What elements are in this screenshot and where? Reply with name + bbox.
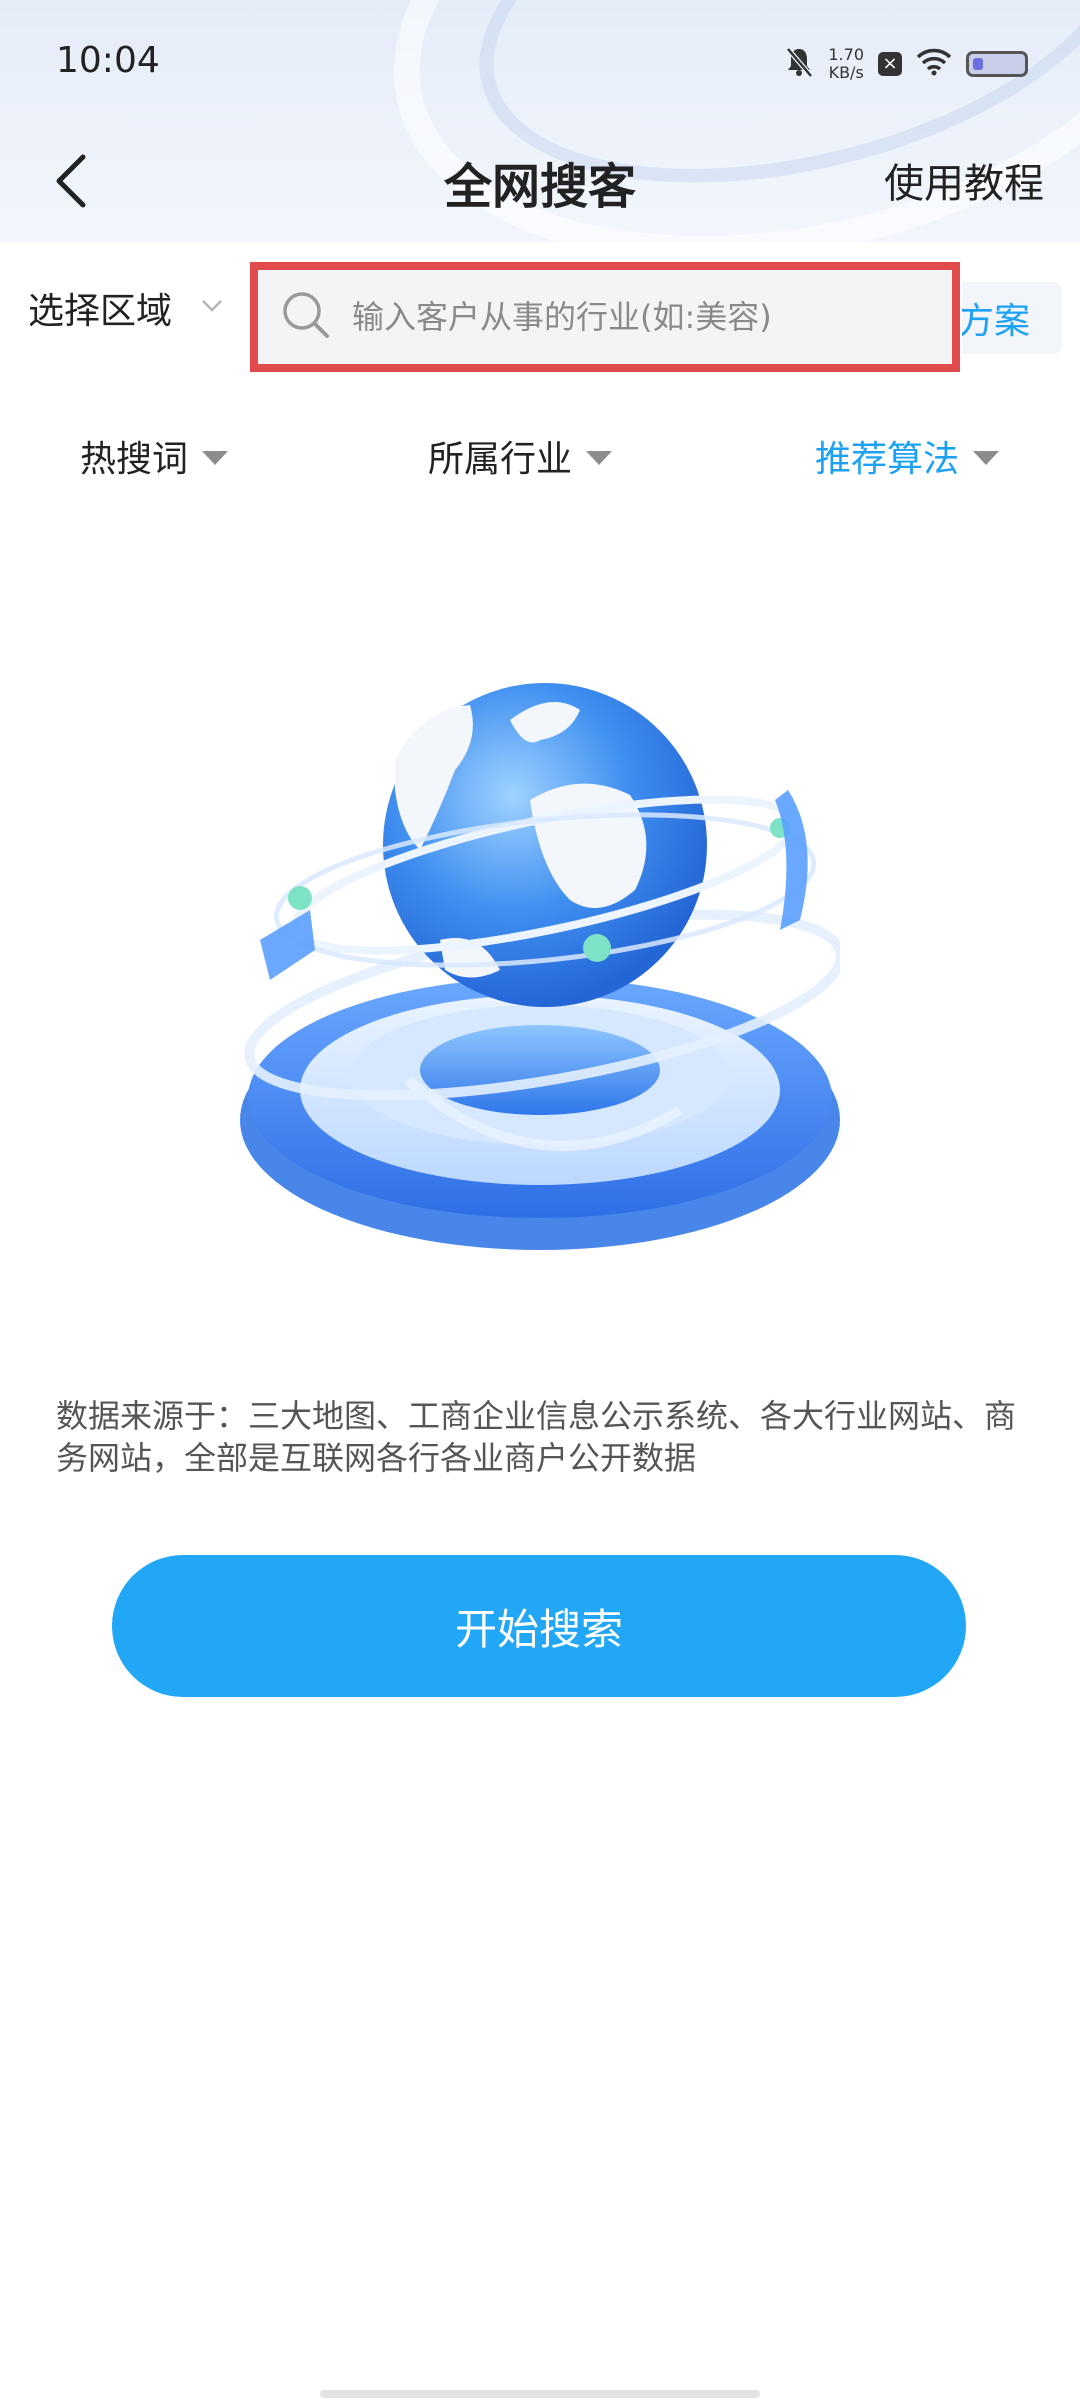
wifi-icon xyxy=(916,48,952,80)
tutorial-link[interactable]: 使用教程 xyxy=(884,151,1044,209)
dropdown-triangle-icon xyxy=(973,451,1000,465)
globe-illustration xyxy=(240,650,846,1260)
data-source-note: 数据来源于：三大地图、工商企业信息公示系统、各大行业网站、商务网站，全部是互联网… xyxy=(56,1397,1017,1477)
region-label: 选择区域 xyxy=(28,291,173,332)
status-bar: 10:04 1.70 KB/s × xyxy=(0,0,1080,125)
filter-industry[interactable]: 所属行业 xyxy=(428,430,613,482)
filter-label: 热搜词 xyxy=(80,439,189,480)
net-speed: 1.70 KB/s xyxy=(828,46,864,82)
start-search-label: 开始搜索 xyxy=(454,1604,623,1654)
nav-bar: 全网搜客 使用教程 xyxy=(0,125,1080,242)
filter-label: 所属行业 xyxy=(428,439,573,480)
search-icon xyxy=(280,289,332,345)
mute-bell-icon xyxy=(784,46,814,82)
scheme-button[interactable]: 方案 xyxy=(962,282,1062,354)
region-selector[interactable]: 选择区域 xyxy=(28,282,224,334)
status-icons: 1.70 KB/s × xyxy=(784,44,1028,84)
net-speed-value: 1.70 xyxy=(828,45,864,64)
dropdown-triangle-icon xyxy=(202,451,229,465)
scheme-label: 方案 xyxy=(962,301,1031,342)
search-input[interactable] xyxy=(350,286,914,348)
close-box-icon: × xyxy=(878,52,902,76)
chevron-down-icon xyxy=(200,298,224,318)
search-row: 选择区域 方案 xyxy=(0,242,1080,392)
status-time: 10:04 xyxy=(56,40,160,81)
start-search-button[interactable]: 开始搜索 xyxy=(112,1555,966,1697)
dropdown-triangle-icon xyxy=(586,451,613,465)
net-speed-unit: KB/s xyxy=(828,63,864,82)
filter-algorithm[interactable]: 推荐算法 xyxy=(815,430,1000,482)
search-box xyxy=(250,262,960,372)
battery-icon xyxy=(966,51,1028,77)
home-indicator[interactable] xyxy=(320,2390,760,2398)
filter-row: 热搜词 所属行业 推荐算法 xyxy=(0,410,1080,500)
filter-hot-words[interactable]: 热搜词 xyxy=(80,430,229,482)
filter-label: 推荐算法 xyxy=(815,439,960,480)
